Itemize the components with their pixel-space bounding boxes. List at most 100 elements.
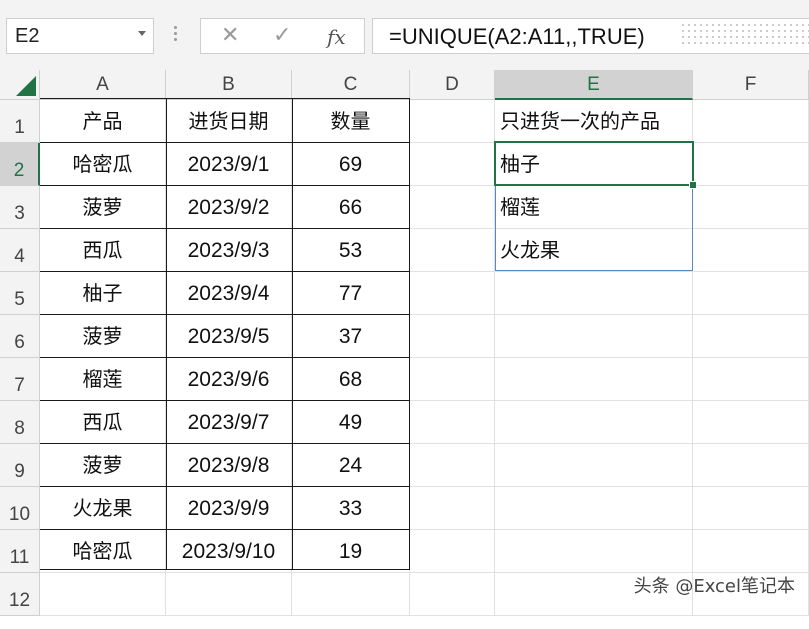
cell-empty[interactable]	[693, 186, 809, 229]
column-header-f[interactable]: F	[693, 70, 809, 100]
cell-date[interactable]: 2023/9/4	[166, 272, 292, 315]
cell-empty[interactable]	[693, 444, 809, 487]
cell-qty[interactable]: 68	[292, 358, 410, 401]
select-all-triangle-icon	[16, 76, 36, 96]
name-box[interactable]: E2	[6, 18, 154, 54]
cell-qty[interactable]: 49	[292, 401, 410, 444]
cell-qty[interactable]: 24	[292, 444, 410, 487]
cell-empty[interactable]	[410, 358, 495, 401]
cell-empty[interactable]	[410, 573, 495, 616]
cell-product[interactable]: 哈密瓜	[40, 530, 166, 573]
cell-product[interactable]: 菠萝	[40, 186, 166, 229]
row-header-1[interactable]: 1	[0, 100, 40, 143]
cell-empty[interactable]	[410, 315, 495, 358]
cell-product[interactable]: 榴莲	[40, 358, 166, 401]
spreadsheet-grid: A B C D E F 1 2 3 4 5 6 7 8 9 10 11 12 产…	[0, 70, 809, 616]
row-header-4[interactable]: 4	[0, 229, 40, 272]
cell-empty[interactable]	[693, 487, 809, 530]
row-header-2[interactable]: 2	[0, 143, 40, 186]
cell-empty[interactable]	[495, 530, 693, 573]
cell-empty[interactable]	[410, 444, 495, 487]
enter-icon[interactable]: ✓	[273, 23, 291, 48]
row-header-9[interactable]: 9	[0, 444, 40, 487]
row-header-8[interactable]: 8	[0, 401, 40, 444]
row-header-12[interactable]: 12	[0, 573, 40, 616]
column-header-d[interactable]: D	[410, 70, 495, 100]
cell-empty[interactable]	[693, 358, 809, 401]
cell-empty[interactable]	[693, 401, 809, 444]
cell-date[interactable]: 2023/9/5	[166, 315, 292, 358]
cell-qty[interactable]: 53	[292, 229, 410, 272]
cell-date[interactable]: 2023/9/7	[166, 401, 292, 444]
cell-unique-result[interactable]: 火龙果	[495, 229, 693, 272]
column-header-c[interactable]: C	[292, 70, 410, 100]
cell-empty[interactable]	[292, 573, 410, 616]
cell-empty[interactable]	[410, 143, 495, 186]
cell-date[interactable]: 2023/9/3	[166, 229, 292, 272]
cell-qty[interactable]: 33	[292, 487, 410, 530]
cell-e1-header[interactable]: 只进货一次的产品	[495, 100, 693, 143]
row-header-11[interactable]: 11	[0, 530, 40, 573]
cell-empty[interactable]	[495, 444, 693, 487]
cell-empty[interactable]	[495, 272, 693, 315]
cell-empty[interactable]	[410, 272, 495, 315]
cancel-icon[interactable]: ✕	[221, 23, 239, 48]
cell-date[interactable]: 2023/9/6	[166, 358, 292, 401]
cell-empty[interactable]	[40, 573, 166, 616]
cell-date[interactable]: 2023/9/9	[166, 487, 292, 530]
cell-qty[interactable]: 69	[292, 143, 410, 186]
row-header-10[interactable]: 10	[0, 487, 40, 530]
cell-empty[interactable]	[495, 401, 693, 444]
cell-product[interactable]: 西瓜	[40, 401, 166, 444]
cell-d1[interactable]	[410, 100, 495, 143]
cell-empty[interactable]	[495, 487, 693, 530]
row-header-7[interactable]: 7	[0, 358, 40, 401]
cell-qty[interactable]: 77	[292, 272, 410, 315]
cell-product[interactable]: 菠萝	[40, 315, 166, 358]
cell-empty[interactable]	[693, 315, 809, 358]
cell-product[interactable]: 菠萝	[40, 444, 166, 487]
cell-f1[interactable]	[693, 100, 809, 143]
insert-function-icon[interactable]: fx	[327, 25, 346, 49]
column-header-a[interactable]: A	[40, 70, 166, 100]
cell-unique-result[interactable]: 柚子	[495, 143, 693, 186]
cell-b1-header[interactable]: 进货日期	[166, 100, 292, 143]
cell-empty[interactable]	[693, 143, 809, 186]
row-header-5[interactable]: 5	[0, 272, 40, 315]
cell-unique-result[interactable]: 榴莲	[495, 186, 693, 229]
chevron-down-icon[interactable]	[138, 31, 146, 36]
cell-date[interactable]: 2023/9/10	[166, 530, 292, 573]
cell-empty[interactable]	[410, 401, 495, 444]
cell-qty[interactable]: 19	[292, 530, 410, 573]
cell-qty[interactable]: 37	[292, 315, 410, 358]
cell-empty[interactable]	[495, 358, 693, 401]
cell-empty[interactable]	[410, 530, 495, 573]
cell-product[interactable]: 火龙果	[40, 487, 166, 530]
cell-empty[interactable]	[693, 229, 809, 272]
cell-empty[interactable]	[495, 315, 693, 358]
cell-product[interactable]: 哈密瓜	[40, 143, 166, 186]
row-header-6[interactable]: 6	[0, 315, 40, 358]
cell-empty[interactable]	[410, 186, 495, 229]
formula-toolbar: E2 ✕ ✓ fx =UNIQUE(A2:A11,,TRUE)	[0, 0, 809, 71]
column-header-b[interactable]: B	[166, 70, 292, 100]
drag-handle-icon[interactable]	[174, 26, 177, 44]
cell-qty[interactable]: 66	[292, 186, 410, 229]
cell-empty[interactable]	[166, 573, 292, 616]
cell-date[interactable]: 2023/9/1	[166, 143, 292, 186]
watermark: 头条 @Excel笔记本	[633, 576, 795, 597]
cell-c1-header[interactable]: 数量	[292, 100, 410, 143]
cell-a1-header[interactable]: 产品	[40, 100, 166, 143]
cell-empty[interactable]	[410, 487, 495, 530]
cell-date[interactable]: 2023/9/2	[166, 186, 292, 229]
cell-empty[interactable]	[410, 229, 495, 272]
cell-product[interactable]: 西瓜	[40, 229, 166, 272]
cell-empty[interactable]	[693, 272, 809, 315]
row-header-3[interactable]: 3	[0, 186, 40, 229]
cell-product[interactable]: 柚子	[40, 272, 166, 315]
fill-handle[interactable]	[689, 181, 697, 189]
select-all-button[interactable]	[0, 70, 40, 100]
cell-empty[interactable]	[693, 530, 809, 573]
cell-date[interactable]: 2023/9/8	[166, 444, 292, 487]
column-header-e[interactable]: E	[495, 70, 693, 100]
